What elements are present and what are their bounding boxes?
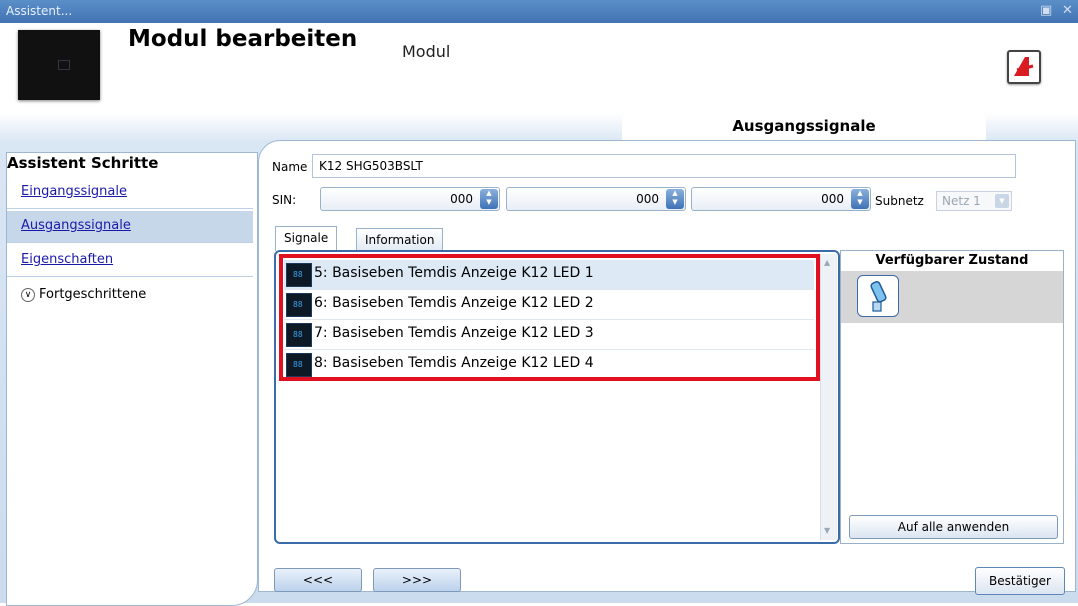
- available-state-title: Verfügbarer Zustand: [875, 253, 1029, 268]
- scroll-down-icon[interactable]: ▼: [824, 526, 830, 535]
- sin-value-2: 000: [636, 192, 659, 206]
- sin-value-1: 000: [450, 192, 473, 206]
- sidebar-item-label[interactable]: Ausgangssignale: [21, 218, 131, 233]
- wizard-sidebar: Assistent Schritte Eingangssignale Ausga…: [6, 152, 258, 606]
- sin-stepper-3[interactable]: 000 ▲ ▼: [691, 187, 871, 211]
- maximize-icon[interactable]: ▣: [1040, 3, 1052, 18]
- close-icon[interactable]: ✕: [1062, 3, 1073, 18]
- tab-information[interactable]: Information: [356, 228, 444, 250]
- dropdown-arrow-icon[interactable]: ▼: [995, 194, 1009, 208]
- sidebar-item-label[interactable]: Eingangssignale: [21, 184, 127, 199]
- subnetz-select[interactable]: Netz 1 ▼: [936, 191, 1012, 211]
- available-state-panel: Verfügbarer Zustand: [840, 250, 1064, 544]
- module-thumbnail: [18, 30, 100, 100]
- sidebar-item-ausgangssignale[interactable]: Ausgangssignale: [7, 211, 253, 243]
- next-button[interactable]: >>>: [373, 568, 461, 592]
- sin-label: SIN:: [272, 193, 297, 207]
- app-logo-icon: [1007, 50, 1041, 84]
- highlight-box: [279, 254, 820, 381]
- page-subtitle: Modul: [402, 42, 451, 61]
- sidebar-title: Assistent Schritte: [7, 154, 159, 172]
- apply-all-button[interactable]: Auf alle anwenden: [849, 515, 1058, 539]
- tab-signale[interactable]: Signale: [275, 226, 338, 251]
- subnetz-label: Subnetz: [875, 194, 924, 208]
- state-toggle-icon[interactable]: [857, 275, 899, 317]
- confirm-button[interactable]: Bestätiger: [975, 567, 1065, 595]
- sidebar-item-label[interactable]: Eigenschaften: [21, 252, 113, 267]
- sin-value-3: 000: [821, 192, 844, 206]
- list-scrollbar[interactable]: ▲ ▼: [820, 254, 837, 540]
- name-label: Name: [272, 160, 308, 174]
- chevron-down-icon[interactable]: ∨: [21, 287, 35, 302]
- sidebar-advanced-label: Fortgeschrittene: [39, 287, 147, 302]
- name-field[interactable]: K12 SHG503BSLT: [312, 154, 1016, 178]
- sin-stepper-1[interactable]: 000 ▲ ▼: [320, 187, 500, 211]
- spin-arrows-icon[interactable]: ▲ ▼: [666, 189, 684, 209]
- scroll-up-icon[interactable]: ▲: [824, 258, 830, 267]
- subnetz-value: Netz 1: [942, 194, 981, 208]
- sin-stepper-2[interactable]: 000 ▲ ▼: [506, 187, 686, 211]
- sidebar-item-eingangssignale[interactable]: Eingangssignale: [7, 177, 253, 209]
- page-title: Modul bearbeiten: [128, 26, 358, 52]
- spin-arrows-icon[interactable]: ▲ ▼: [851, 189, 869, 209]
- window-titlebar: Assistent... ▣ ✕: [0, 0, 1078, 23]
- sidebar-item-eigenschaften[interactable]: Eigenschaften: [7, 245, 253, 277]
- window-title: Assistent...: [6, 4, 73, 18]
- spin-arrows-icon[interactable]: ▲ ▼: [480, 189, 498, 209]
- section-tab-header: Ausgangssignale: [622, 112, 986, 140]
- sidebar-advanced-toggle[interactable]: ∨ Fortgeschrittene: [21, 287, 146, 302]
- prev-button[interactable]: <<<: [274, 568, 362, 592]
